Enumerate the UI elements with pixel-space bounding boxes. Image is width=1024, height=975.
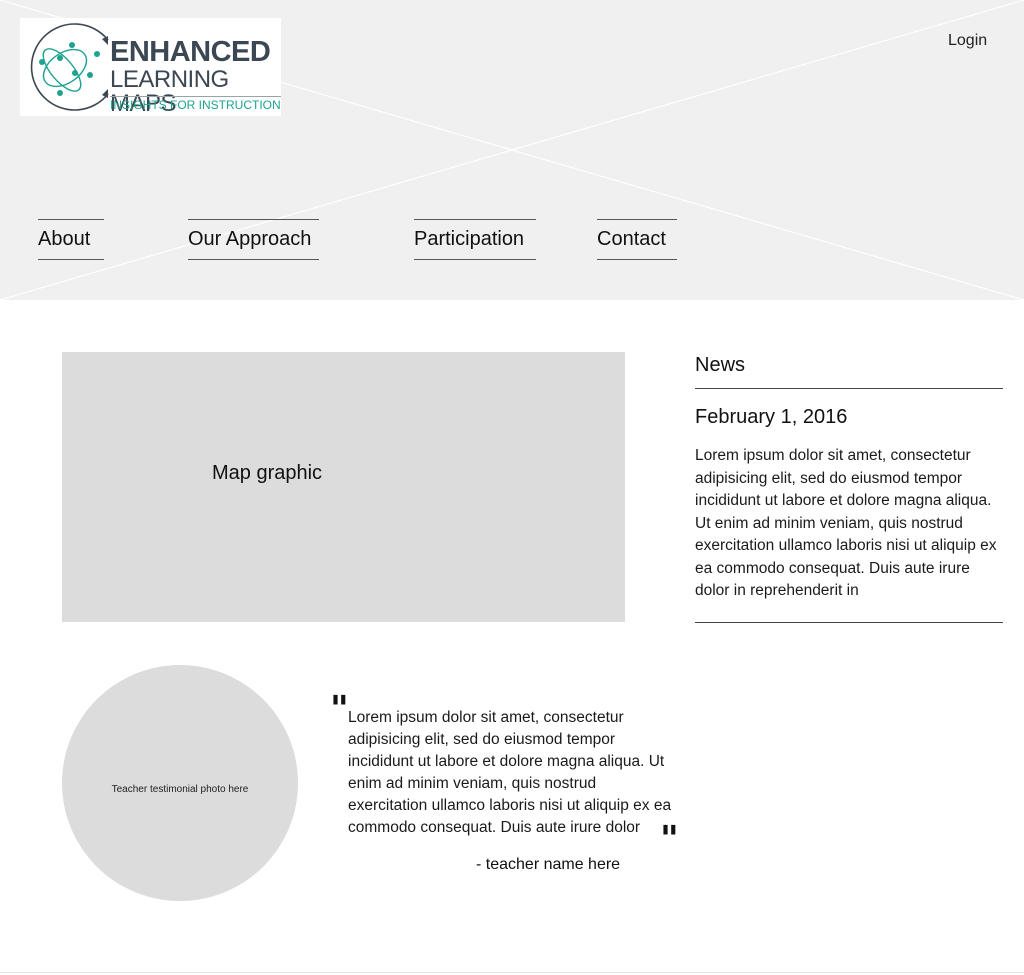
learning-map-icon [30, 23, 109, 111]
nav-item-participation[interactable]: Participation [414, 219, 536, 260]
map-graphic-placeholder: Map graphic [62, 352, 625, 622]
news-body: Lorem ipsum dolor sit amet, consectetur … [695, 447, 997, 599]
login-link[interactable]: Login [948, 32, 987, 50]
open-quote-mark: " [330, 689, 349, 730]
news-date: February 1, 2016 [695, 406, 848, 428]
news-divider-bottom [695, 622, 1003, 623]
page-bottom-divider [0, 972, 1024, 973]
testimonial-quote: Lorem ipsum dolor sit amet, consectetur … [348, 709, 672, 836]
logo-tagline: INSIGHTS FOR INSTRUCTION [110, 96, 281, 112]
header-placeholder: ENHANCED LEARNING MAPS INSIGHTS FOR INST… [0, 0, 1024, 300]
teacher-photo-label: Teacher testimonial photo here [111, 784, 249, 795]
map-graphic-label: Map graphic [212, 462, 323, 484]
teacher-photo-placeholder: Teacher testimonial photo here [62, 665, 298, 901]
logo[interactable]: ENHANCED LEARNING MAPS INSIGHTS FOR INST… [20, 18, 281, 116]
logo-title: ENHANCED [110, 36, 271, 68]
nav-item-about[interactable]: About [38, 219, 104, 260]
close-quote-mark: " [660, 819, 679, 860]
nav-item-contact[interactable]: Contact [597, 219, 677, 260]
nav-item-our-approach[interactable]: Our Approach [188, 219, 319, 260]
testimonial-author: - teacher name here [476, 856, 621, 873]
news-divider-top [695, 388, 1003, 389]
news-heading: News [695, 354, 746, 376]
